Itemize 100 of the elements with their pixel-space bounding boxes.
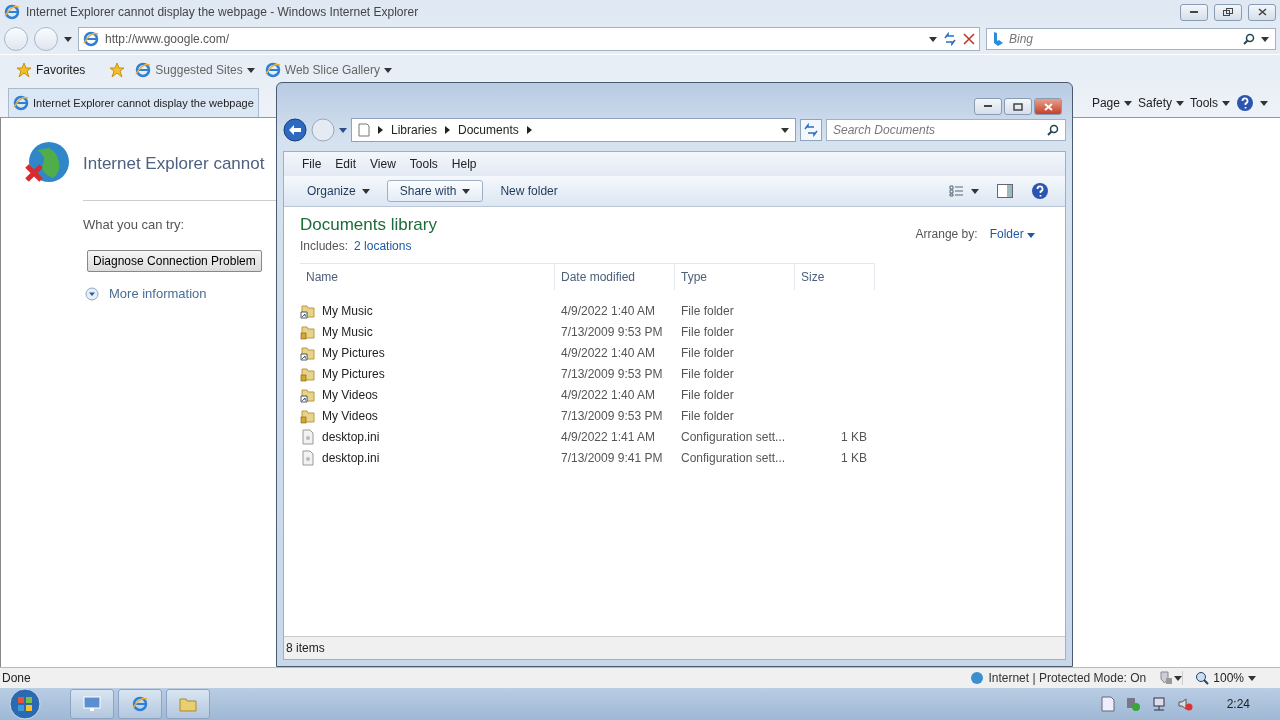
- caret-icon: [64, 36, 72, 42]
- caret-icon: [1027, 233, 1035, 238]
- address-field[interactable]: http://www.google.com/: [78, 27, 980, 51]
- menu-item[interactable]: Tools: [403, 157, 444, 171]
- preview-pane-icon[interactable]: [997, 184, 1013, 198]
- refresh-icon[interactable]: [800, 119, 822, 141]
- file-name[interactable]: My Videos: [322, 387, 378, 402]
- help-icon[interactable]: [1031, 182, 1049, 200]
- file-name[interactable]: desktop.ini: [322, 429, 380, 444]
- browser-tab[interactable]: Internet Explorer cannot display the webpage: [8, 88, 259, 117]
- expand-icon[interactable]: [85, 286, 99, 301]
- arrange-dropdown[interactable]: Folder: [989, 227, 1035, 241]
- item-count: 8 items: [286, 641, 325, 655]
- menu-item[interactable]: Help: [445, 157, 483, 171]
- table-cell-text: File folder: [680, 323, 735, 341]
- diagnose-button[interactable]: Diagnose Connection Problem: [87, 250, 262, 272]
- maximize-icon: [1013, 102, 1023, 111]
- browser-icon: [264, 62, 281, 78]
- command-menu[interactable]: Safety: [1137, 96, 1184, 110]
- caret-icon: [781, 127, 789, 133]
- network-icon[interactable]: [1150, 696, 1167, 712]
- search-field[interactable]: Bing: [986, 28, 1276, 50]
- file-name[interactable]: My Videos: [322, 408, 378, 423]
- shortcut-folder-icon: [300, 302, 316, 319]
- close-icon: [1257, 8, 1267, 16]
- window-title: Internet Explorer cannot display the webpage - Windows Internet Explorer: [26, 5, 420, 19]
- suggestions-label: What you can try:: [83, 217, 185, 232]
- column-header[interactable]: Date modified: [555, 263, 675, 290]
- search-icon[interactable]: [1243, 33, 1255, 45]
- locations-link[interactable]: 2 locations: [354, 239, 412, 253]
- table-cell-text: 4/9/2022 1:40 AM: [560, 344, 657, 362]
- help-icon[interactable]: [1236, 94, 1254, 112]
- taskbar-app-button[interactable]: [70, 689, 114, 719]
- maximize-button[interactable]: [1004, 98, 1032, 115]
- taskbar-browser-button[interactable]: [118, 689, 162, 719]
- caret-icon: [383, 67, 392, 73]
- menu-item[interactable]: View: [364, 157, 402, 171]
- breadcrumb-item[interactable]: Documents: [458, 123, 519, 137]
- breadcrumb-bar[interactable]: Libraries Documents: [351, 118, 796, 142]
- search-icon[interactable]: [1047, 124, 1059, 136]
- history-caret-icon[interactable]: [339, 127, 347, 133]
- breadcrumb-item[interactable]: Libraries: [391, 123, 438, 137]
- minimize-button[interactable]: [1180, 3, 1208, 21]
- zoom-icon: [1195, 671, 1210, 685]
- file-icon: [300, 428, 316, 445]
- close-button[interactable]: [1034, 98, 1062, 115]
- toolbar-button[interactable]: Organize: [294, 180, 383, 202]
- minimize-button[interactable]: [974, 98, 1002, 115]
- monitor-icon: [83, 696, 101, 712]
- minimize-icon: [1190, 10, 1198, 14]
- menu-item[interactable]: File: [296, 157, 328, 171]
- view-options-icon[interactable]: [949, 185, 979, 197]
- restore-button[interactable]: [1214, 3, 1242, 21]
- table-cell-text: 4/9/2022 1:40 AM: [560, 302, 657, 320]
- add-favorite-icon: [109, 62, 126, 78]
- table-cell-text: 4/9/2022 1:41 AM: [560, 428, 657, 446]
- includes-label: Includes:: [300, 239, 349, 253]
- table-cell-text: 1 KB: [840, 449, 868, 467]
- start-button[interactable]: [6, 688, 44, 720]
- caret-icon: [1176, 100, 1184, 106]
- favorites-button[interactable]: Favorites: [16, 62, 100, 78]
- table-cell-text: Configuration sett...: [680, 428, 787, 446]
- device-check-icon[interactable]: [1124, 696, 1141, 712]
- file-name[interactable]: My Pictures: [322, 345, 385, 360]
- more-information-link[interactable]: More information: [109, 286, 207, 301]
- clock[interactable]: 2:24: [1226, 697, 1250, 711]
- table-cell-text: 4/9/2022 1:40 AM: [560, 386, 657, 404]
- table-cell-text: 7/13/2009 9:53 PM: [560, 407, 664, 425]
- caret-icon: [246, 67, 255, 73]
- column-header[interactable]: Type: [675, 263, 795, 290]
- toolbar-button[interactable]: Share with: [386, 180, 484, 202]
- table-cell-text: File folder: [680, 386, 735, 404]
- locked-folder-icon: [300, 407, 316, 424]
- command-menu[interactable]: Page: [1091, 96, 1132, 110]
- file-name[interactable]: My Music: [322, 324, 373, 339]
- file-name[interactable]: desktop.ini: [322, 450, 380, 465]
- caret-icon: [1248, 675, 1256, 681]
- caret-icon: [1261, 36, 1269, 42]
- menu-item[interactable]: Edit: [329, 157, 363, 171]
- stop-icon[interactable]: [963, 33, 975, 45]
- file-name[interactable]: My Music: [322, 303, 373, 318]
- back-button[interactable]: [283, 118, 307, 142]
- document-icon[interactable]: [1100, 696, 1115, 712]
- table-cell-text: File folder: [680, 344, 735, 362]
- favorites-link[interactable]: Suggested Sites: [135, 62, 255, 78]
- search-field[interactable]: Search Documents: [826, 119, 1066, 141]
- shortcut-folder-icon: [300, 386, 316, 403]
- refresh-icon[interactable]: [943, 32, 957, 46]
- command-menu[interactable]: Tools: [1190, 96, 1230, 110]
- file-name[interactable]: My Pictures: [322, 366, 385, 381]
- table-cell-text: Configuration sett...: [680, 449, 787, 467]
- favorites-link[interactable]: Web Slice Gallery: [264, 62, 392, 78]
- arrange-label: Arrange by:: [915, 227, 978, 241]
- close-button[interactable]: [1248, 3, 1276, 21]
- speaker-muted-icon[interactable]: [1176, 696, 1193, 712]
- zoom-control[interactable]: 100%: [1182, 671, 1280, 685]
- column-header[interactable]: Size: [795, 263, 875, 290]
- column-header[interactable]: Name: [300, 263, 555, 290]
- new-folder-button[interactable]: New folder: [487, 180, 571, 202]
- table-cell-text: 7/13/2009 9:41 PM: [560, 449, 664, 467]
